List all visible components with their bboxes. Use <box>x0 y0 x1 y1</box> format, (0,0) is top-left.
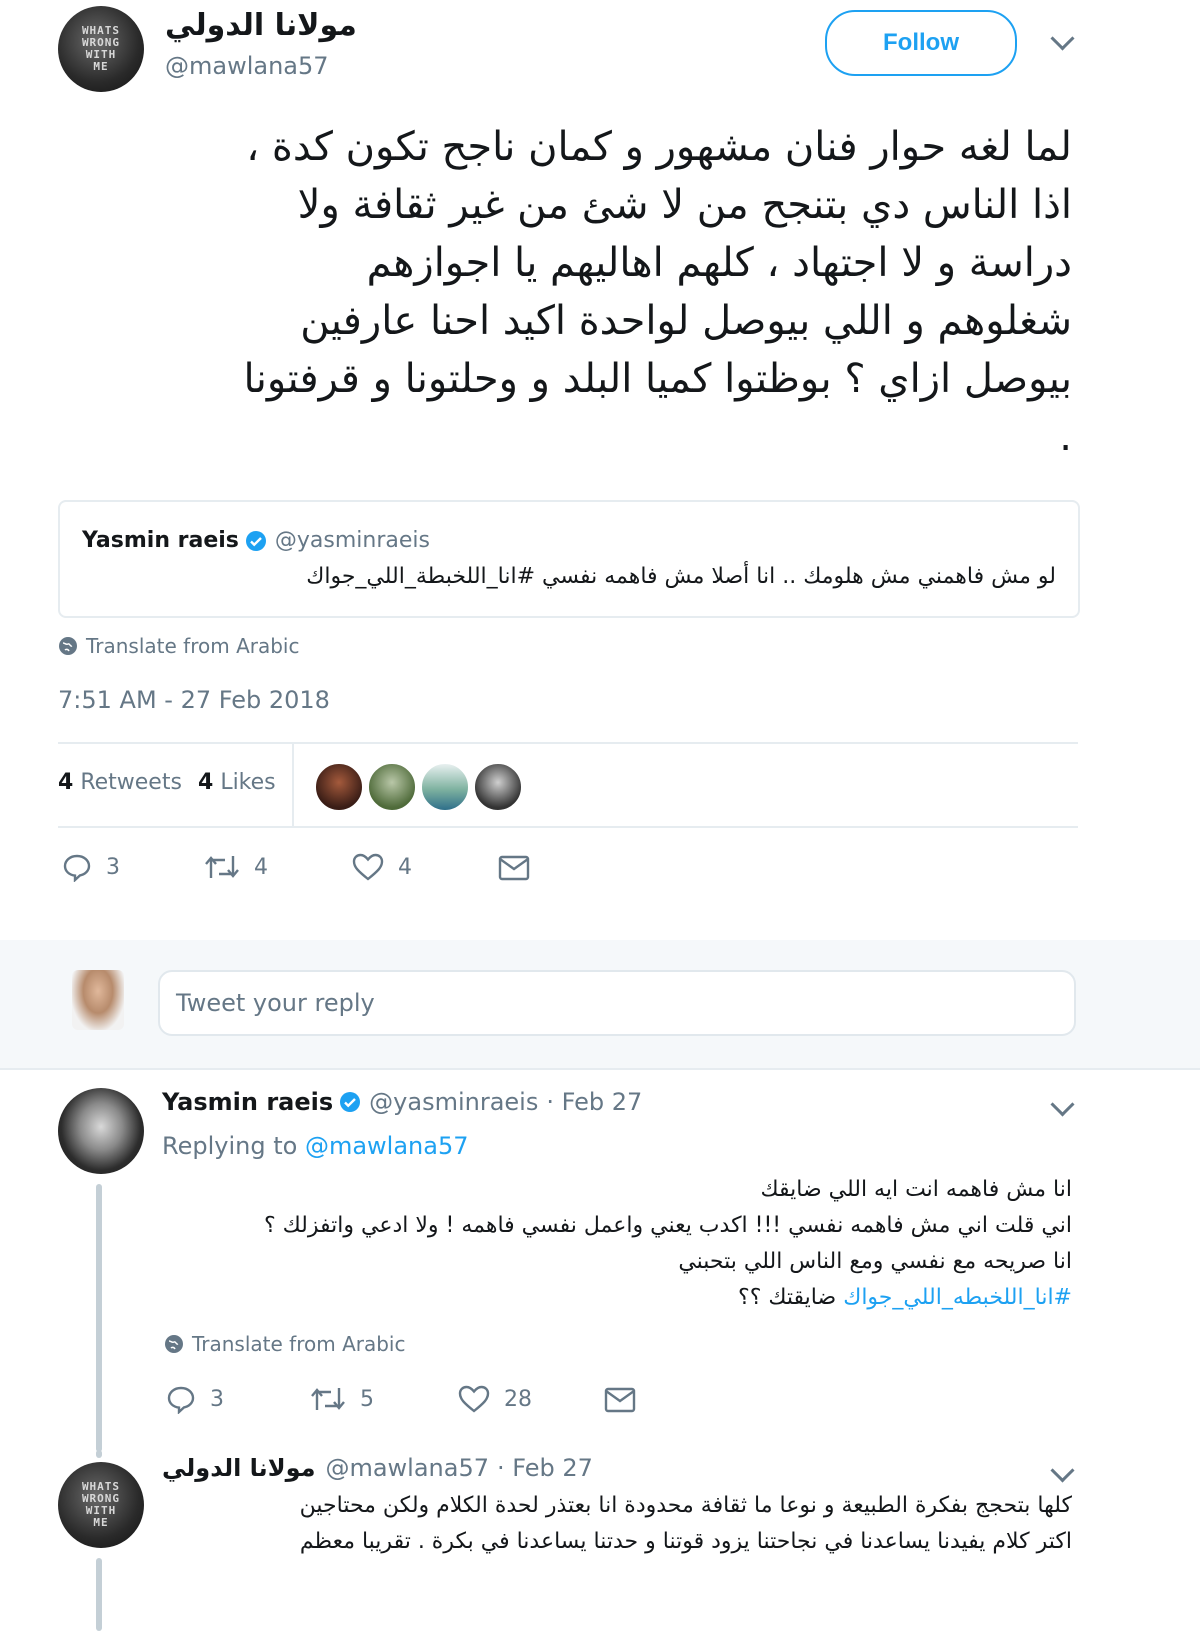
quoted-author-handle: @yasminraeis <box>274 528 430 553</box>
tweet-text: لما لغه حوار فنان مشهور و كمان ناجح تكون… <box>40 118 1073 466</box>
likes-label: Likes <box>220 770 276 795</box>
thread-line <box>96 1450 102 1458</box>
reply-body: كلها بتحجج بفكرة الطبيعة و نوعا ما ثقافة… <box>162 1488 1072 1560</box>
retweets-count: 4 <box>58 770 74 795</box>
retweet-count: 5 <box>360 1386 374 1412</box>
reply-line: اكتر كلام يفيدنا يساعدنا في نجاحتنا يزود… <box>299 1529 1072 1554</box>
reply-icon <box>167 1386 195 1414</box>
reply-line: انا صريحه مع نفسي ومع الناس اللي بتحبني <box>678 1249 1072 1274</box>
tweet-text-line: دراسة و لا اجتهاد ، كلهم اهاليهم يا اجوا… <box>366 240 1072 286</box>
user-avatar[interactable] <box>72 970 124 1030</box>
reply-author-name[interactable]: مولانا الدولي <box>162 1454 315 1482</box>
like-count: 4 <box>398 854 412 880</box>
chevron-down-icon[interactable] <box>1050 26 1075 51</box>
envelope-icon <box>604 1387 636 1413</box>
retweet-count: 4 <box>254 854 268 880</box>
reply-tweet[interactable]: Yasmin raeis @yasminraeis · Feb 27 Reply… <box>0 1070 1200 1452</box>
globe-icon <box>58 636 78 656</box>
reply-author-handle[interactable]: @mawlana57 <box>325 1454 489 1482</box>
reply-body: انا مش فاهمه انت ايه اللي ضايقك اني قلت … <box>162 1172 1072 1316</box>
envelope-icon <box>498 855 530 881</box>
liker-avatar[interactable] <box>367 762 417 812</box>
stats-separator <box>292 744 294 828</box>
reply-composer: Tweet your reply <box>0 940 1200 1068</box>
author-handle[interactable]: @mawlana57 <box>165 52 329 80</box>
tweet-timestamp[interactable]: 7:51 AM - 27 Feb 2018 <box>58 686 330 714</box>
reply-avatar[interactable]: WHATS WRONG WITH ME <box>58 1462 144 1548</box>
heart-icon <box>352 853 384 881</box>
reply-placeholder: Tweet your reply <box>176 989 375 1017</box>
reply-line: انا مش فاهمه انت ايه اللي ضايقك <box>760 1177 1072 1202</box>
reply-action[interactable]: 3 <box>166 1384 224 1414</box>
tweet-text-line: شغلوهم و اللي بيوصل لواحدة اكيد احنا عار… <box>300 298 1072 344</box>
quoted-tweet[interactable]: Yasmin raeis @yasminraeis لو مش فاهمني م… <box>58 500 1080 618</box>
liker-avatar[interactable] <box>314 762 364 812</box>
heart-icon <box>458 1385 490 1413</box>
message-action[interactable] <box>604 1386 650 1414</box>
follow-button[interactable]: Follow <box>825 10 1017 76</box>
thread-line <box>96 1184 102 1452</box>
liker-avatar[interactable] <box>473 762 523 812</box>
like-count: 28 <box>504 1386 532 1412</box>
translate-label: Translate from Arabic <box>86 634 300 658</box>
reply-author-handle[interactable]: @yasminraeis <box>369 1088 538 1116</box>
avatar-text: WHATS WRONG WITH ME <box>81 23 121 73</box>
likes-stat[interactable]: 4 Likes <box>198 770 276 795</box>
reply-input[interactable]: Tweet your reply <box>158 970 1076 1036</box>
quoted-author-name: Yasmin raeis <box>82 528 239 553</box>
chevron-down-icon[interactable] <box>1050 1458 1075 1483</box>
reply-date[interactable]: · Feb 27 <box>497 1454 593 1482</box>
avatar-text: WHATS WRONG WITH ME <box>81 1479 121 1529</box>
chevron-down-icon[interactable] <box>1050 1092 1075 1117</box>
retweet-icon <box>205 856 239 878</box>
thread-line <box>96 1558 102 1631</box>
replying-to-label: Replying to <box>162 1132 298 1160</box>
quoted-text: لو مش فاهمني مش هلومك .. انا أصلا مش فاه… <box>306 564 1056 589</box>
retweets-stat[interactable]: 4 Retweets <box>58 770 182 795</box>
reply-action[interactable]: 3 <box>62 852 120 882</box>
translate-label: Translate from Arabic <box>192 1332 406 1356</box>
verified-icon <box>245 530 267 552</box>
divider <box>58 742 1078 744</box>
reply-date[interactable]: · Feb 27 <box>546 1088 642 1116</box>
tweet-text-line: بيوصل ازاي ؟ بوظتوا كميا البلد و وحلتونا… <box>243 356 1073 402</box>
reply-line: كلها بتحجج بفكرة الطبيعة و نوعا ما ثقافة… <box>299 1493 1072 1518</box>
liker-avatar[interactable] <box>420 762 470 812</box>
reply-avatar[interactable] <box>58 1088 144 1174</box>
tweet-text-line: لما لغه حوار فنان مشهور و كمان ناجح تكون… <box>246 124 1072 170</box>
globe-icon <box>164 1334 184 1354</box>
like-action[interactable]: 28 <box>458 1384 532 1414</box>
replying-to-handle[interactable]: @mawlana57 <box>305 1132 469 1160</box>
retweets-label: Retweets <box>80 770 182 795</box>
like-action[interactable]: 4 <box>352 852 412 882</box>
retweet-action[interactable]: 4 <box>204 852 268 882</box>
reply-line: #انا_اللخبطه_اللي_جواك ضايقتك ؟؟ <box>162 1280 1072 1316</box>
reply-line-rest: ضايقتك ؟؟ <box>738 1285 837 1310</box>
verified-icon <box>339 1091 361 1113</box>
divider <box>58 826 1078 828</box>
reply-count: 3 <box>210 1386 224 1412</box>
message-action[interactable] <box>498 854 544 882</box>
reply-author-name[interactable]: Yasmin raeis <box>162 1088 333 1116</box>
retweet-icon <box>311 1388 345 1410</box>
translate-link[interactable]: Translate from Arabic <box>58 634 299 658</box>
tweet-text-line: . <box>1059 414 1072 460</box>
reply-count: 3 <box>106 854 120 880</box>
author-name[interactable]: مولانا الدولي <box>165 8 357 43</box>
hashtag-link[interactable]: #انا_اللخبطه_اللي_جواك <box>843 1285 1072 1310</box>
author-avatar[interactable]: WHATS WRONG WITH ME <box>58 6 144 92</box>
reply-line: اني قلت اني مش فاهمه نفسي !!! اكدب يعني … <box>263 1213 1072 1238</box>
reply-icon <box>63 854 91 882</box>
reply-tweet[interactable]: WHATS WRONG WITH ME مولانا الدولي @mawla… <box>0 1450 1200 1631</box>
translate-link[interactable]: Translate from Arabic <box>164 1332 405 1356</box>
tweet-text-line: اذا الناس دي بتنجح من لا شئ من غير ثقافة… <box>297 182 1072 228</box>
likes-count: 4 <box>198 770 214 795</box>
retweet-action[interactable]: 5 <box>310 1384 374 1414</box>
